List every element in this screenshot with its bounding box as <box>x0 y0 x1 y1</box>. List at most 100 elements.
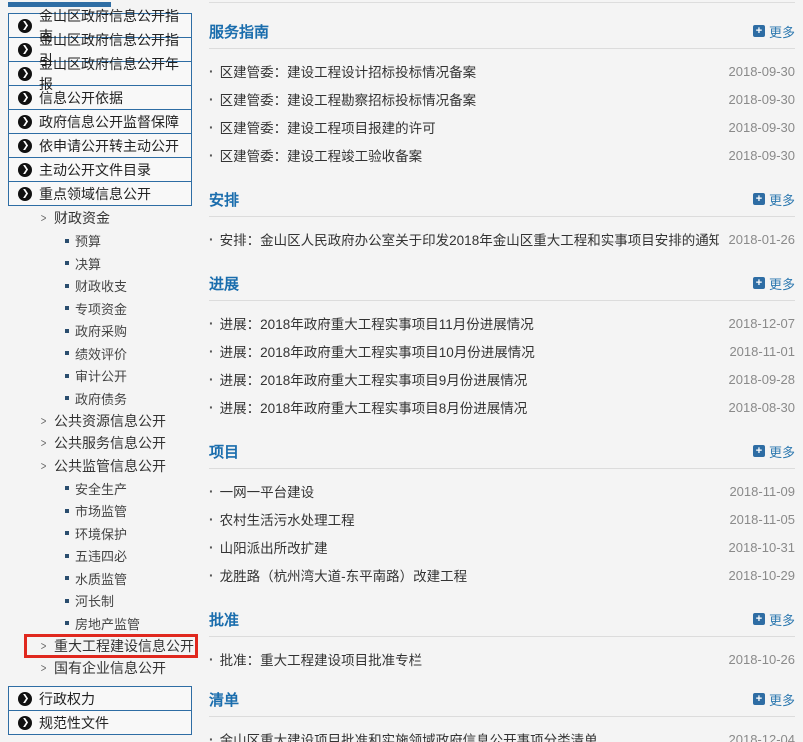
sidebar-submenu-item[interactable]: > 国有企业信息公开 <box>8 657 201 680</box>
dot-bullet-icon: · <box>209 343 214 359</box>
more-link[interactable]: + 更多 <box>753 274 795 293</box>
dot-bullet-icon: · <box>209 651 214 667</box>
sidebar-submenu-item[interactable]: > 财政资金 <box>8 207 201 230</box>
chevron-right-icon: > <box>41 639 47 653</box>
article-link[interactable]: · 龙胜路（杭州湾大道-东平南路）改建工程 <box>209 565 467 585</box>
dot-bullet-icon: · <box>209 63 214 79</box>
article-date: 2018-11-05 <box>719 512 795 527</box>
sidebar-submenu-subitem[interactable]: 房地产监管 <box>8 612 201 635</box>
square-bullet-icon <box>65 486 69 490</box>
dot-bullet-icon: · <box>209 731 214 742</box>
more-link[interactable]: + 更多 <box>753 22 795 41</box>
chevron-right-icon: > <box>41 436 47 450</box>
sidebar-box-item[interactable]: ❯ 政府信息公开监督保障 <box>8 109 192 134</box>
section-article-list: · 批准：重大工程建设项目批准专栏 2018-10-26 <box>209 645 795 673</box>
sidebar-submenu-sublabel: 环境保护 <box>75 524 127 543</box>
sidebar-submenu-subitem[interactable]: 安全生产 <box>8 477 201 500</box>
article-link[interactable]: · 一网一平台建设 <box>209 481 314 501</box>
sidebar-submenu-subitem[interactable]: 市场监管 <box>8 500 201 523</box>
sidebar-submenu-subitem[interactable]: 环境保护 <box>8 522 201 545</box>
article-link[interactable]: · 批准：重大工程建设项目批准专栏 <box>209 649 422 669</box>
circle-arrow-icon: ❯ <box>18 187 32 201</box>
sidebar-submenu-sublabel: 五违四必 <box>75 546 127 565</box>
sidebar-submenu-sublabel: 安全生产 <box>75 479 127 498</box>
plus-icon: + <box>753 25 765 37</box>
section-header: 项目 + 更多 <box>209 441 795 461</box>
sidebar-box-label: 重点领域信息公开 <box>39 184 151 204</box>
article-link[interactable]: · 区建管委：建设工程项目报建的许可 <box>209 117 436 137</box>
article-link[interactable]: · 山阳派出所改扩建 <box>209 537 328 557</box>
article-link[interactable]: · 进展：2018年政府重大工程实事项目8月份进展情况 <box>209 397 527 417</box>
article-link[interactable]: · 区建管委：建设工程设计招标投标情况备案 <box>209 61 476 81</box>
dot-bullet-icon: · <box>209 539 214 555</box>
circle-arrow-icon: ❯ <box>18 91 32 105</box>
plus-icon: + <box>753 693 765 705</box>
circle-arrow-icon: ❯ <box>18 115 32 129</box>
sidebar-box-item[interactable]: ❯ 规范性文件 <box>8 710 192 735</box>
sidebar-submenu-subitem[interactable]: 财政收支 <box>8 275 201 298</box>
sidebar-submenu-subitem[interactable]: 专项资金 <box>8 297 201 320</box>
article-link[interactable]: · 金山区重大建设项目批准和实施领域政府信息公开事项分类清单 <box>209 729 598 742</box>
square-bullet-icon <box>65 576 69 580</box>
square-bullet-icon <box>65 509 69 513</box>
sidebar-submenu-item[interactable]: > 公共服务信息公开 <box>8 432 201 455</box>
article-link[interactable]: · 区建管委：建设工程勘察招标投标情况备案 <box>209 89 476 109</box>
sidebar-submenu-item[interactable]: > 公共资源信息公开 <box>8 410 201 433</box>
sidebar-submenu-subitem[interactable]: 河长制 <box>8 590 201 613</box>
more-link[interactable]: + 更多 <box>753 442 795 461</box>
content-section: 安排 + 更多 · 安排：金山区人民政府办公室关于印发2018年金山区重大工程和… <box>209 189 795 253</box>
article-link[interactable]: · 进展：2018年政府重大工程实事项目9月份进展情况 <box>209 369 527 389</box>
article-link[interactable]: · 区建管委：建设工程竣工验收备案 <box>209 145 422 165</box>
more-link[interactable]: + 更多 <box>753 190 795 209</box>
sidebar-box-item[interactable]: ❯ 行政权力 <box>8 686 192 711</box>
content-top-divider <box>209 2 795 3</box>
square-bullet-icon <box>65 599 69 603</box>
sidebar-submenu-label: 重大工程建设信息公开 <box>54 636 194 656</box>
article-title: 山阳派出所改扩建 <box>220 537 328 557</box>
more-label: 更多 <box>769 610 795 629</box>
plus-icon: + <box>753 613 765 625</box>
sidebar-submenu-subitem[interactable]: 审计公开 <box>8 365 201 388</box>
article-title: 金山区重大建设项目批准和实施领域政府信息公开事项分类清单 <box>220 729 598 742</box>
sidebar-submenu-sublabel: 审计公开 <box>75 366 127 385</box>
dot-bullet-icon: · <box>209 231 214 247</box>
sidebar-submenu-item[interactable]: > 公共监管信息公开 <box>8 455 201 478</box>
sidebar-submenu-sublabel: 政府债务 <box>75 389 127 408</box>
article-link[interactable]: · 进展：2018年政府重大工程实事项目10月份进展情况 <box>209 341 535 361</box>
more-link[interactable]: + 更多 <box>753 610 795 629</box>
sidebar-submenu-subitem[interactable]: 政府采购 <box>8 320 201 343</box>
sidebar-box-item[interactable]: ❯ 金山区政府信息公开年报 <box>8 61 192 86</box>
sidebar-submenu-sublabel: 预算 <box>75 231 101 250</box>
sections-container: 服务指南 + 更多 · 区建管委：建设工程设计招标投标情况备案 2018-09-… <box>209 21 795 742</box>
article-row: · 进展：2018年政府重大工程实事项目10月份进展情况 2018-11-01 <box>209 337 795 365</box>
sidebar-submenu-subitem[interactable]: 预算 <box>8 230 201 253</box>
article-link[interactable]: · 进展：2018年政府重大工程实事项目11月份进展情况 <box>209 313 534 333</box>
sidebar-box-item[interactable]: ❯ 依申请公开转主动公开 <box>8 133 192 158</box>
sidebar-secondary-menu: ❯ 行政权力 ❯ 规范性文件 <box>8 686 201 735</box>
article-link[interactable]: · 安排：金山区人民政府办公室关于印发2018年金山区重大工程和实事项目安排的通… <box>209 229 719 249</box>
article-link[interactable]: · 农村生活污水处理工程 <box>209 509 355 529</box>
sidebar-box-label: 信息公开依据 <box>39 88 123 108</box>
sidebar-submenu-subitem[interactable]: 政府债务 <box>8 387 201 410</box>
page: ❯ 金山区政府信息公开指南 ❯ 金山区政府信息公开指引 ❯ 金山区政府信息公开年… <box>0 0 803 742</box>
sidebar-box-item[interactable]: ❯ 主动公开文件目录 <box>8 157 192 182</box>
article-row: · 一网一平台建设 2018-11-09 <box>209 477 795 505</box>
sidebar-submenu-subitem[interactable]: 绩效评价 <box>8 342 201 365</box>
sidebar-box-item[interactable]: ❯ 重点领域信息公开 <box>8 181 192 206</box>
sidebar-submenu-subitem[interactable]: 五违四必 <box>8 545 201 568</box>
square-bullet-icon <box>65 261 69 265</box>
article-date: 2018-10-26 <box>719 652 796 667</box>
sidebar-submenu-sublabel: 房地产监管 <box>75 614 140 633</box>
article-title: 批准：重大工程建设项目批准专栏 <box>220 649 423 669</box>
sidebar-submenu-subitem[interactable]: 决算 <box>8 252 201 275</box>
dot-bullet-icon: · <box>209 567 214 583</box>
sidebar-submenu-subitem[interactable]: 水质监管 <box>8 567 201 590</box>
section-title: 清单 <box>209 689 239 710</box>
content-section: 批准 + 更多 · 批准：重大工程建设项目批准专栏 2018-10-26 <box>209 609 795 673</box>
section-title: 项目 <box>209 441 239 462</box>
article-title: 区建管委：建设工程勘察招标投标情况备案 <box>220 89 477 109</box>
section-divider <box>209 716 795 717</box>
article-title: 进展：2018年政府重大工程实事项目9月份进展情况 <box>220 369 528 389</box>
more-link[interactable]: + 更多 <box>753 690 795 709</box>
sidebar-submenu-item-active[interactable]: > 重大工程建设信息公开 <box>24 634 198 658</box>
